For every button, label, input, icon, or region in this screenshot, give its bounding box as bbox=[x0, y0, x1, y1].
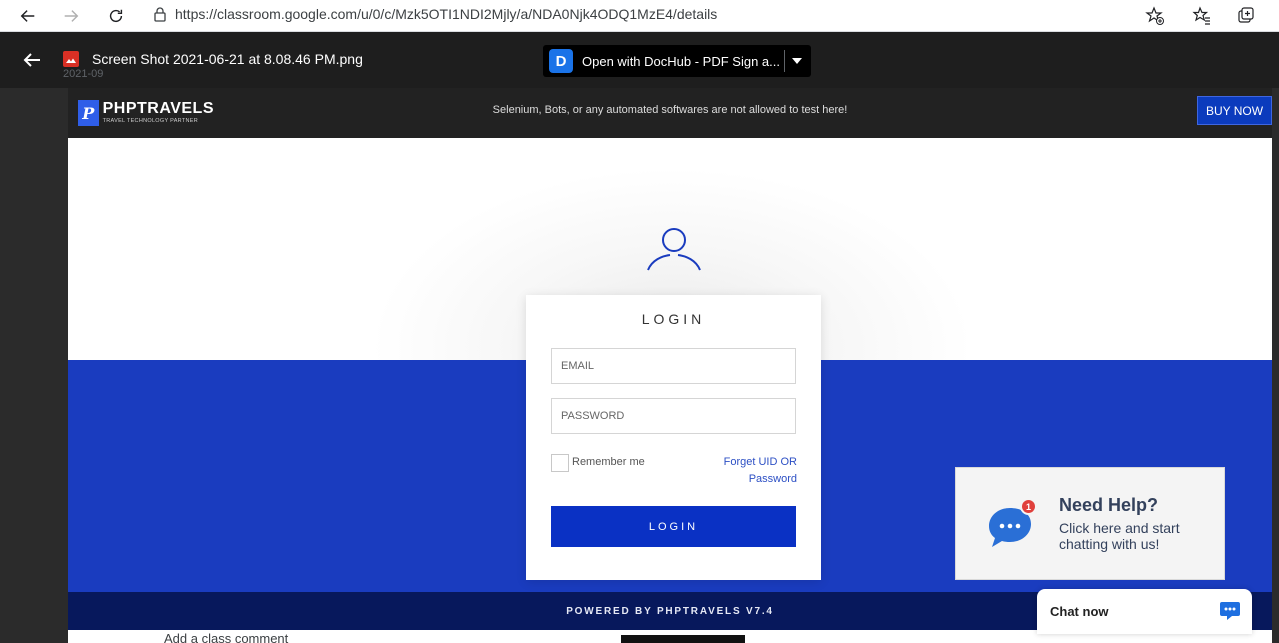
collections-icon bbox=[1238, 7, 1254, 23]
viewer-back-button[interactable] bbox=[18, 46, 46, 74]
class-comment-link[interactable]: Add a class comment bbox=[164, 631, 288, 643]
favorites-list-icon bbox=[1192, 6, 1210, 25]
address-bar[interactable]: https://classroom.google.com/u/0/c/Mzk5O… bbox=[145, 1, 1175, 27]
forward-button[interactable] bbox=[57, 2, 85, 30]
collections-button[interactable] bbox=[1232, 2, 1260, 30]
chat-icon bbox=[1220, 602, 1240, 620]
login-button[interactable]: LOGIN bbox=[551, 506, 796, 547]
arrow-left-icon bbox=[20, 10, 35, 22]
arrow-right-icon bbox=[64, 10, 79, 22]
chat-now-label: Chat now bbox=[1050, 604, 1109, 619]
open-with-button[interactable]: D Open with DocHub - PDF Sign a... bbox=[543, 45, 811, 77]
file-viewer-header: Screen Shot 2021-06-21 at 8.08.46 PM.png… bbox=[0, 32, 1279, 88]
chat-now-tab[interactable]: Chat now bbox=[1037, 589, 1252, 634]
remember-me-checkbox[interactable] bbox=[551, 454, 569, 472]
favorites-button[interactable] bbox=[1188, 2, 1216, 30]
dochub-logo-icon: D bbox=[549, 49, 573, 73]
reload-icon bbox=[109, 9, 123, 23]
file-date: 2021-09 bbox=[63, 68, 104, 80]
password-input[interactable] bbox=[551, 398, 796, 434]
bot-warning-text: Selenium, Bots, or any automated softwar… bbox=[492, 104, 848, 116]
buy-now-button[interactable]: BUY NOW bbox=[1197, 96, 1272, 125]
screenshot-image: P PHPTRAVELS TRAVEL TECHNOLOGY PARTNER S… bbox=[68, 88, 1272, 643]
url-text: https://classroom.google.com/u/0/c/Mzk5O… bbox=[175, 6, 718, 22]
email-input[interactable] bbox=[551, 348, 796, 384]
viewer-left-backdrop bbox=[0, 88, 68, 643]
browser-toolbar: https://classroom.google.com/u/0/c/Mzk5O… bbox=[0, 0, 1279, 32]
login-title: LOGIN bbox=[641, 311, 706, 327]
favorite-star-button[interactable] bbox=[1141, 2, 1169, 30]
lock-icon bbox=[145, 1, 175, 27]
dark-block bbox=[621, 635, 745, 643]
forget-password-link[interactable]: Forget UID OR Password bbox=[711, 454, 797, 488]
file-name: Screen Shot 2021-06-21 at 8.08.46 PM.png bbox=[92, 51, 363, 67]
need-help-widget[interactable]: 1 Need Help? Click here and start chatti… bbox=[955, 467, 1225, 580]
logo-tagline: TRAVEL TECHNOLOGY PARTNER bbox=[102, 118, 199, 124]
php-top-bar: P PHPTRAVELS TRAVEL TECHNOLOGY PARTNER S… bbox=[68, 88, 1272, 138]
login-card: LOGIN Remember me Forget UID OR Password… bbox=[526, 295, 821, 580]
user-icon bbox=[647, 228, 701, 271]
open-with-dropdown-button[interactable] bbox=[785, 45, 809, 77]
notification-badge: 1 bbox=[1020, 498, 1037, 515]
open-with-label: Open with DocHub - PDF Sign a... bbox=[582, 53, 780, 69]
powered-by-text: POWERED BY PHPTRAVELS V7.4 bbox=[566, 605, 774, 617]
arrow-left-icon bbox=[23, 53, 40, 67]
viewer-right-backdrop bbox=[1272, 88, 1279, 643]
need-help-title: Need Help? bbox=[1059, 495, 1159, 515]
need-help-subtitle: Click here and start chatting with us! bbox=[1059, 520, 1180, 552]
reload-button[interactable] bbox=[102, 2, 130, 30]
image-file-icon bbox=[63, 51, 79, 67]
remember-me-label: Remember me bbox=[572, 456, 645, 468]
star-add-icon bbox=[1145, 6, 1164, 25]
caret-down-icon bbox=[792, 58, 802, 64]
back-button[interactable] bbox=[14, 2, 42, 30]
